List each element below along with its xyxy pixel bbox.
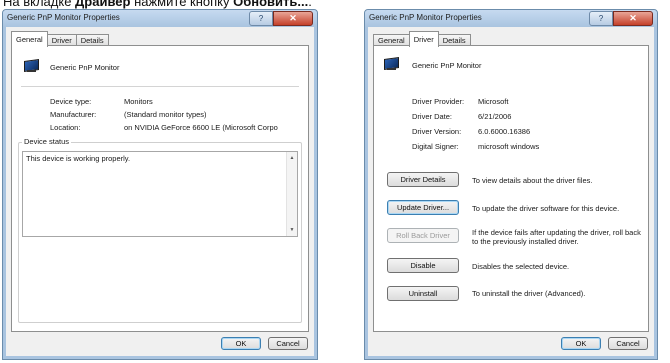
driver-date-value: 6/21/2006 (478, 112, 512, 121)
help-button[interactable]: ? (249, 11, 273, 26)
monitor-icon (23, 58, 39, 73)
device-type-value: Monitors (124, 97, 153, 106)
update-driver-description: To update the driver software for this d… (472, 204, 620, 213)
caption-text: нажмите кнопку (130, 0, 234, 9)
help-button[interactable]: ? (589, 11, 613, 26)
driver-date-label: Driver Date: (412, 112, 453, 121)
disable-button[interactable]: Disable (387, 258, 459, 273)
device-status-textbox[interactable]: This device is working properly. ▲ ▼ (22, 151, 298, 237)
disable-description: Disables the selected device. (472, 262, 570, 271)
monitor-icon (383, 56, 399, 71)
digital-signer-label: Digital Signer: (412, 142, 459, 151)
device-status-text: This device is working properly. (26, 154, 131, 163)
uninstall-button[interactable]: Uninstall (387, 286, 459, 301)
driver-version-label: Driver Version: (412, 127, 462, 136)
device-type-label: Device type: (50, 97, 92, 106)
digital-signer-value: microsoft windows (478, 142, 540, 151)
tab-driver[interactable]: Driver (408, 31, 439, 47)
device-status-title: Device status (22, 137, 72, 146)
caption-tab-name: Драйвер (75, 0, 131, 9)
update-driver-button[interactable]: Update Driver... (387, 200, 459, 215)
cancel-button[interactable]: Cancel (268, 337, 308, 350)
driver-details-button[interactable]: Driver Details (387, 172, 459, 187)
caption-text: На вкладке (3, 0, 76, 9)
title-bar[interactable]: Generic PnP Monitor Properties ? ✕ (365, 10, 657, 27)
properties-window-driver: Generic PnP Monitor Properties ? ✕ Gener… (364, 9, 658, 360)
scroll-down-arrow-icon[interactable]: ▼ (288, 226, 296, 234)
location-label: Location: (50, 123, 81, 132)
tab-panel-driver: Generic PnP Monitor Driver Provider: Mic… (373, 45, 649, 332)
driver-version-value: 6.0.6000.16386 (478, 127, 531, 136)
divider (21, 86, 299, 87)
cancel-button[interactable]: Cancel (608, 337, 648, 350)
ok-button[interactable]: OK (221, 337, 261, 350)
window-title: Generic PnP Monitor Properties (369, 13, 482, 22)
close-button[interactable]: ✕ (613, 11, 653, 26)
caption-text: . (308, 0, 312, 9)
caption-button-name: Обновить... (233, 0, 309, 9)
device-status-group: Device status This device is working pro… (18, 137, 302, 323)
tab-general[interactable]: General (11, 31, 48, 47)
dialog-client: General Driver Details Generic PnP Monit… (6, 27, 314, 356)
uninstall-description: To uninstall the driver (Advanced). (472, 289, 586, 298)
driver-provider-value: Microsoft (478, 97, 509, 106)
status-scrollbar[interactable]: ▲ ▼ (286, 152, 297, 236)
roll-back-driver-description: If the device fails after updating the d… (472, 228, 641, 246)
properties-window-general: Generic PnP Monitor Properties ? ✕ Gener… (2, 9, 318, 360)
dialog-client: General Driver Details Generic PnP Monit… (368, 27, 654, 356)
device-name: Generic PnP Monitor (50, 63, 120, 72)
scroll-up-arrow-icon[interactable]: ▲ (288, 154, 296, 162)
tab-panel-general: Generic PnP Monitor Device type: Monitor… (11, 45, 309, 332)
title-bar[interactable]: Generic PnP Monitor Properties ? ✕ (3, 10, 317, 27)
location-value: on NVIDIA GeForce 6600 LE (Microsoft Cor… (124, 123, 278, 132)
window-title: Generic PnP Monitor Properties (7, 13, 120, 22)
driver-provider-label: Driver Provider: (412, 97, 465, 106)
ok-button[interactable]: OK (561, 337, 601, 350)
close-button[interactable]: ✕ (273, 11, 313, 26)
roll-back-driver-button[interactable]: Roll Back Driver (387, 228, 459, 243)
manufacturer-value: (Standard monitor types) (124, 110, 207, 119)
driver-details-description: To view details about the driver files. (472, 176, 593, 185)
instruction-caption: На вкладке Драйвер нажмите кнопку Обнови… (3, 0, 312, 9)
device-name: Generic PnP Monitor (412, 61, 482, 70)
manufacturer-label: Manufacturer: (50, 110, 97, 119)
